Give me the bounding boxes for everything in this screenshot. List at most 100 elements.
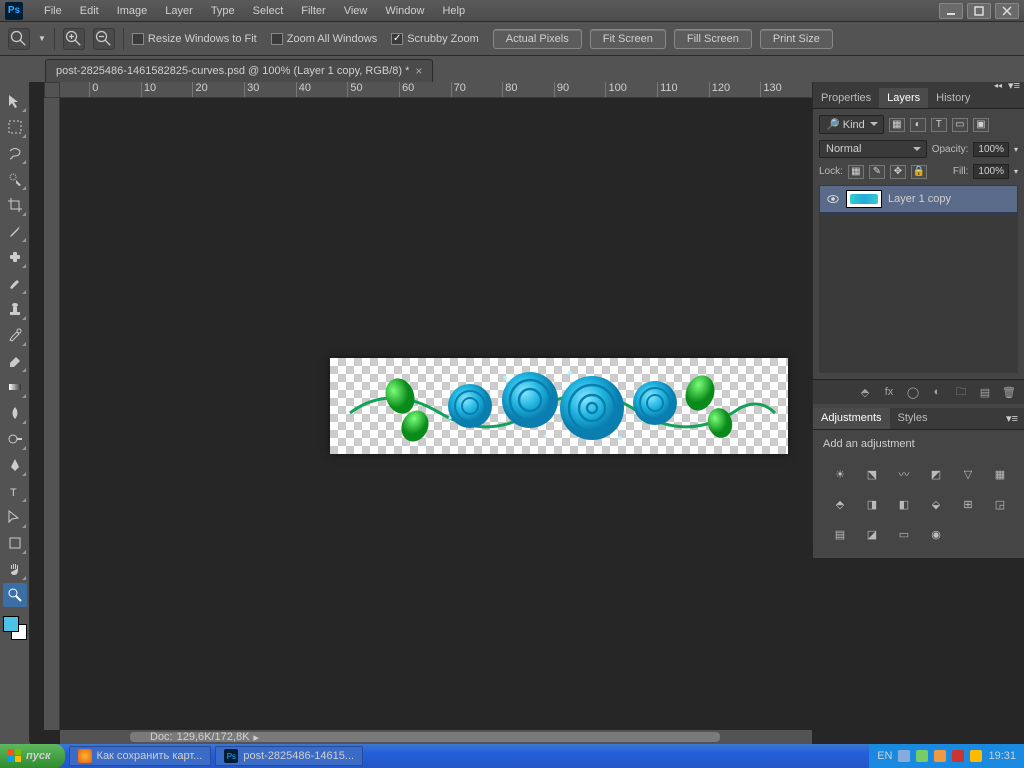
tray-icon[interactable] (934, 750, 946, 762)
print-size-button[interactable]: Print Size (760, 29, 833, 49)
bw-icon[interactable]: ◨ (861, 494, 883, 514)
history-brush-tool[interactable] (3, 323, 27, 347)
hue-icon[interactable]: ▦ (989, 464, 1011, 484)
chevron-down-icon[interactable]: ▾ (1014, 167, 1018, 176)
threshold-icon[interactable]: ◪ (861, 524, 883, 544)
menu-image[interactable]: Image (108, 2, 157, 20)
zoom-tool[interactable] (3, 583, 27, 607)
menu-view[interactable]: View (335, 2, 377, 20)
system-tray[interactable]: EN 19:31 (869, 744, 1024, 768)
shape-tool[interactable] (3, 531, 27, 555)
brush-tool[interactable] (3, 271, 27, 295)
tray-icon[interactable] (898, 750, 910, 762)
dodge-tool[interactable] (3, 427, 27, 451)
channel-mixer-icon[interactable]: ⬙ (925, 494, 947, 514)
tab-history[interactable]: History (928, 88, 978, 108)
hand-tool[interactable] (3, 557, 27, 581)
invert-icon[interactable]: ◲ (989, 494, 1011, 514)
type-tool[interactable]: T (3, 479, 27, 503)
document-canvas[interactable] (330, 358, 788, 454)
lock-transparency-icon[interactable]: ▦ (848, 165, 864, 179)
menu-help[interactable]: Help (433, 2, 474, 20)
chevron-down-icon[interactable]: ▾ (1014, 145, 1018, 154)
window-maximize-button[interactable] (967, 3, 991, 19)
chevron-down-icon[interactable]: ▼ (38, 34, 46, 43)
layer-fx-icon[interactable]: fx (880, 384, 898, 400)
close-tab-icon[interactable]: × (415, 64, 422, 78)
layer-filter-dropdown[interactable]: 🔎 Kind (819, 115, 884, 134)
panel-menu-icon[interactable]: ▾≡ (1000, 408, 1024, 429)
eraser-tool[interactable] (3, 349, 27, 373)
zoom-in-icon[interactable] (63, 28, 85, 50)
ruler-origin[interactable] (44, 82, 60, 98)
gradient-map-icon[interactable]: ▭ (893, 524, 915, 544)
window-minimize-button[interactable] (939, 3, 963, 19)
blur-tool[interactable] (3, 401, 27, 425)
selective-color-icon[interactable]: ◉ (925, 524, 947, 544)
resize-windows-checkbox[interactable]: Resize Windows to Fit (132, 33, 257, 45)
new-group-icon[interactable]: 🗀 (952, 384, 970, 400)
move-tool[interactable] (3, 89, 27, 113)
layers-empty-area[interactable] (819, 213, 1018, 373)
layer-item[interactable]: Layer 1 copy (819, 185, 1018, 213)
zoom-out-icon[interactable] (93, 28, 115, 50)
gradient-tool[interactable] (3, 375, 27, 399)
menu-file[interactable]: File (35, 2, 71, 20)
menu-layer[interactable]: Layer (156, 2, 202, 20)
posterize-icon[interactable]: ▤ (829, 524, 851, 544)
tray-icon[interactable] (952, 750, 964, 762)
menu-select[interactable]: Select (244, 2, 293, 20)
fit-screen-button[interactable]: Fit Screen (590, 29, 666, 49)
filter-adjust-icon[interactable]: ◐ (910, 118, 926, 132)
filter-shape-icon[interactable]: ▭ (952, 118, 968, 132)
fill-screen-button[interactable]: Fill Screen (674, 29, 752, 49)
curves-icon[interactable]: 〰 (893, 464, 915, 484)
brightness-icon[interactable]: ☀ (829, 464, 851, 484)
foreground-color-swatch[interactable] (3, 616, 19, 632)
filter-smart-icon[interactable]: ▣ (973, 118, 989, 132)
document-tab[interactable]: post-2825486-1461582825-curves.psd @ 100… (45, 59, 433, 82)
doc-info[interactable]: Doc:129,6K/172,8K▸ (150, 730, 259, 744)
exposure-icon[interactable]: ◩ (925, 464, 947, 484)
tool-preset-icon[interactable] (8, 28, 30, 50)
window-close-button[interactable] (995, 3, 1019, 19)
lock-position-icon[interactable]: ✥ (890, 165, 906, 179)
vibrance-icon[interactable]: ▽ (957, 464, 979, 484)
lock-pixels-icon[interactable]: ✎ (869, 165, 885, 179)
tab-styles[interactable]: Styles (890, 408, 936, 429)
color-lookup-icon[interactable]: ⊞ (957, 494, 979, 514)
filter-pixel-icon[interactable]: ▦ (889, 118, 905, 132)
horizontal-ruler[interactable]: 0102030405060708090100110120130 (60, 82, 812, 98)
photo-filter-icon[interactable]: ◧ (893, 494, 915, 514)
marquee-tool[interactable] (3, 115, 27, 139)
link-layers-icon[interactable]: ⬘ (856, 384, 874, 400)
taskbar-item-photoshop[interactable]: Pspost-2825486-14615... (215, 746, 363, 766)
menu-filter[interactable]: Filter (292, 2, 334, 20)
opacity-value[interactable]: 100% (973, 142, 1009, 157)
start-button[interactable]: пуск (0, 744, 65, 768)
tab-adjustments[interactable]: Adjustments (813, 408, 890, 429)
layer-mask-icon[interactable]: ◯ (904, 384, 922, 400)
tray-icon[interactable] (970, 750, 982, 762)
new-fill-icon[interactable]: ◐ (928, 384, 946, 400)
menu-type[interactable]: Type (202, 2, 244, 20)
clock[interactable]: 19:31 (988, 750, 1016, 762)
quick-select-tool[interactable] (3, 167, 27, 191)
layer-name[interactable]: Layer 1 copy (888, 193, 951, 205)
menu-window[interactable]: Window (376, 2, 433, 20)
panel-menu-icon[interactable]: ▾≡ (1008, 79, 1020, 92)
zoom-all-checkbox[interactable]: Zoom All Windows (271, 33, 377, 45)
delete-layer-icon[interactable]: 🗑 (1000, 384, 1018, 400)
tab-properties[interactable]: Properties (813, 88, 879, 108)
actual-pixels-button[interactable]: Actual Pixels (493, 29, 582, 49)
vertical-ruler[interactable] (44, 98, 60, 730)
new-layer-icon[interactable]: ▤ (976, 384, 994, 400)
taskbar-item-firefox[interactable]: Как сохранить карт... (69, 746, 212, 766)
pen-tool[interactable] (3, 453, 27, 477)
tray-icon[interactable] (916, 750, 928, 762)
visibility-icon[interactable] (826, 192, 840, 206)
healing-tool[interactable] (3, 245, 27, 269)
scrubby-zoom-checkbox[interactable]: Scrubby Zoom (391, 33, 479, 45)
color-swatches[interactable] (1, 614, 29, 648)
layer-thumbnail[interactable] (846, 190, 882, 208)
